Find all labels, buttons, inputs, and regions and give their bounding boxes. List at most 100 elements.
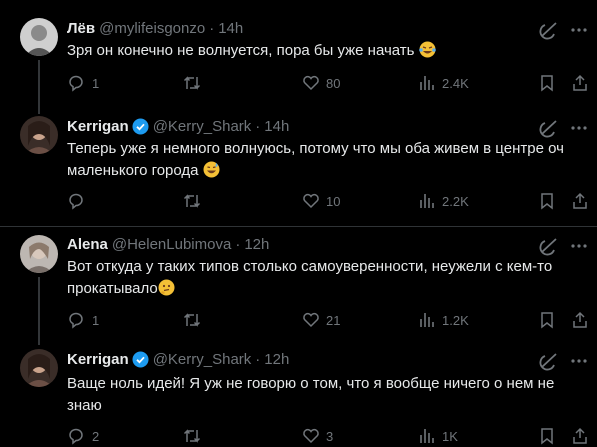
timestamp[interactable]: 12h bbox=[264, 351, 289, 368]
author-name[interactable]: Kerrigan bbox=[67, 351, 129, 368]
grok-icon[interactable] bbox=[539, 118, 559, 138]
retweet-button[interactable] bbox=[183, 192, 207, 210]
thread-line bbox=[38, 277, 40, 339]
tweet-text: Теперь уже я немного волнуюсь, потому чт… bbox=[67, 138, 587, 182]
bookmark-icon bbox=[541, 312, 553, 329]
like-count: 80 bbox=[326, 75, 341, 91]
like-count: 21 bbox=[326, 312, 341, 328]
bookmark-button[interactable] bbox=[538, 427, 556, 445]
share-icon bbox=[573, 74, 587, 91]
tweet-text-body: Вот откуда у таких типов столько самоуве… bbox=[67, 258, 553, 297]
tweet-text: Ваще ноль идей! Я уж не говорю о том, чт… bbox=[67, 373, 587, 417]
tweet[interactable]: Kerrigan @Kerry_Shark · 12h Ваще ноль ид… bbox=[0, 339, 597, 445]
like-button[interactable]: 3 bbox=[302, 427, 333, 445]
retweet-button[interactable] bbox=[183, 427, 207, 445]
avatar[interactable] bbox=[20, 18, 58, 56]
avatar[interactable] bbox=[20, 116, 58, 154]
tweet-text: Зря он конечно не волнуется, пора бы уже… bbox=[67, 40, 587, 62]
reply-button[interactable] bbox=[68, 192, 92, 210]
share-icon bbox=[573, 192, 587, 209]
bookmark-icon bbox=[541, 428, 553, 445]
grok-icon[interactable] bbox=[539, 351, 559, 371]
reply-icon bbox=[69, 428, 83, 445]
more-icon[interactable] bbox=[570, 237, 588, 255]
reply-icon bbox=[69, 75, 83, 92]
retweet-icon bbox=[183, 313, 201, 327]
like-button[interactable]: 80 bbox=[302, 74, 340, 92]
view-count: 1K bbox=[442, 428, 458, 444]
reply-count: 1 bbox=[92, 75, 100, 91]
like-button[interactable]: 21 bbox=[302, 311, 340, 329]
author-name[interactable]: Kerrigan bbox=[67, 118, 129, 135]
avatar[interactable] bbox=[20, 235, 58, 273]
verified-badge-icon bbox=[132, 118, 149, 135]
tweet[interactable]: Лёв @mylifeisgonzo · 14h Зря он конечно … bbox=[0, 0, 597, 108]
retweet-icon bbox=[183, 429, 201, 443]
avatar[interactable] bbox=[20, 349, 58, 387]
views-icon bbox=[420, 429, 434, 443]
tweet-text-body: Теперь уже я немного волнуюсь, потому чт… bbox=[67, 140, 564, 179]
timestamp[interactable]: 14h bbox=[218, 20, 243, 37]
grok-icon[interactable] bbox=[539, 236, 559, 256]
reply-icon bbox=[69, 312, 83, 329]
views-button[interactable]: 1.2K bbox=[418, 311, 469, 329]
tweet-text-body: Зря он конечно не волнуется, пора бы уже… bbox=[67, 42, 415, 59]
views-icon bbox=[420, 194, 434, 208]
separator-dot: · bbox=[235, 236, 241, 253]
more-icon[interactable] bbox=[570, 352, 588, 370]
like-count: 3 bbox=[326, 428, 334, 444]
view-count: 2.2K bbox=[442, 193, 469, 209]
views-button[interactable]: 1K bbox=[418, 427, 458, 445]
reply-button[interactable]: 1 bbox=[68, 311, 99, 329]
thinking-emoji bbox=[158, 279, 175, 296]
views-button[interactable]: 2.2K bbox=[418, 192, 469, 210]
like-count: 10 bbox=[326, 193, 341, 209]
like-button[interactable]: 10 bbox=[302, 192, 340, 210]
thread-line bbox=[38, 339, 40, 345]
heart-icon bbox=[303, 75, 319, 91]
verified-badge-icon bbox=[132, 351, 149, 368]
tweet-text: Вот откуда у таких типов столько самоуве… bbox=[67, 256, 587, 300]
share-button[interactable] bbox=[571, 192, 589, 210]
more-icon[interactable] bbox=[570, 119, 588, 137]
heart-icon bbox=[303, 312, 319, 328]
separator-dot: · bbox=[209, 20, 215, 37]
share-icon bbox=[573, 427, 587, 444]
author-name[interactable]: Лёв bbox=[67, 20, 95, 37]
reply-count: 2 bbox=[92, 428, 100, 444]
views-button[interactable]: 2.4K bbox=[418, 74, 469, 92]
bookmark-button[interactable] bbox=[538, 192, 556, 210]
reply-button[interactable]: 2 bbox=[68, 427, 99, 445]
timestamp[interactable]: 12h bbox=[244, 236, 269, 253]
author-handle[interactable]: @Kerry_Shark bbox=[153, 351, 252, 368]
author-handle[interactable]: @HelenLubimova bbox=[112, 236, 231, 253]
views-icon bbox=[420, 76, 434, 90]
view-count: 1.2K bbox=[442, 312, 469, 328]
share-button[interactable] bbox=[571, 427, 589, 445]
tweet-text-body: Ваще ноль идей! Я уж не говорю о том, чт… bbox=[67, 375, 555, 414]
share-button[interactable] bbox=[571, 311, 589, 329]
thread-line bbox=[38, 108, 40, 114]
author-handle[interactable]: @Kerry_Shark bbox=[153, 118, 252, 135]
bookmark-button[interactable] bbox=[538, 311, 556, 329]
bookmark-button[interactable] bbox=[538, 74, 556, 92]
heart-icon bbox=[303, 428, 319, 444]
tweet[interactable]: Kerrigan @Kerry_Shark · 14h Теперь уже я… bbox=[0, 108, 597, 226]
sweat-smile-emoji bbox=[203, 161, 220, 178]
author-handle[interactable]: @mylifeisgonzo bbox=[99, 20, 205, 37]
grok-icon[interactable] bbox=[539, 20, 559, 40]
share-button[interactable] bbox=[571, 74, 589, 92]
separator-dot: · bbox=[255, 351, 261, 368]
retweet-button[interactable] bbox=[183, 74, 207, 92]
author-name[interactable]: Alena bbox=[67, 236, 108, 253]
thread-line bbox=[38, 60, 40, 108]
retweet-button[interactable] bbox=[183, 311, 207, 329]
bookmark-icon bbox=[541, 75, 553, 92]
reply-button[interactable]: 1 bbox=[68, 74, 99, 92]
timestamp[interactable]: 14h bbox=[264, 118, 289, 135]
tweet[interactable]: Alena @HelenLubimova · 12h Вот откуда у … bbox=[0, 227, 597, 339]
crying-laughing-emoji bbox=[418, 41, 436, 58]
more-icon[interactable] bbox=[570, 21, 588, 39]
view-count: 2.4K bbox=[442, 75, 469, 91]
reply-count: 1 bbox=[92, 312, 100, 328]
